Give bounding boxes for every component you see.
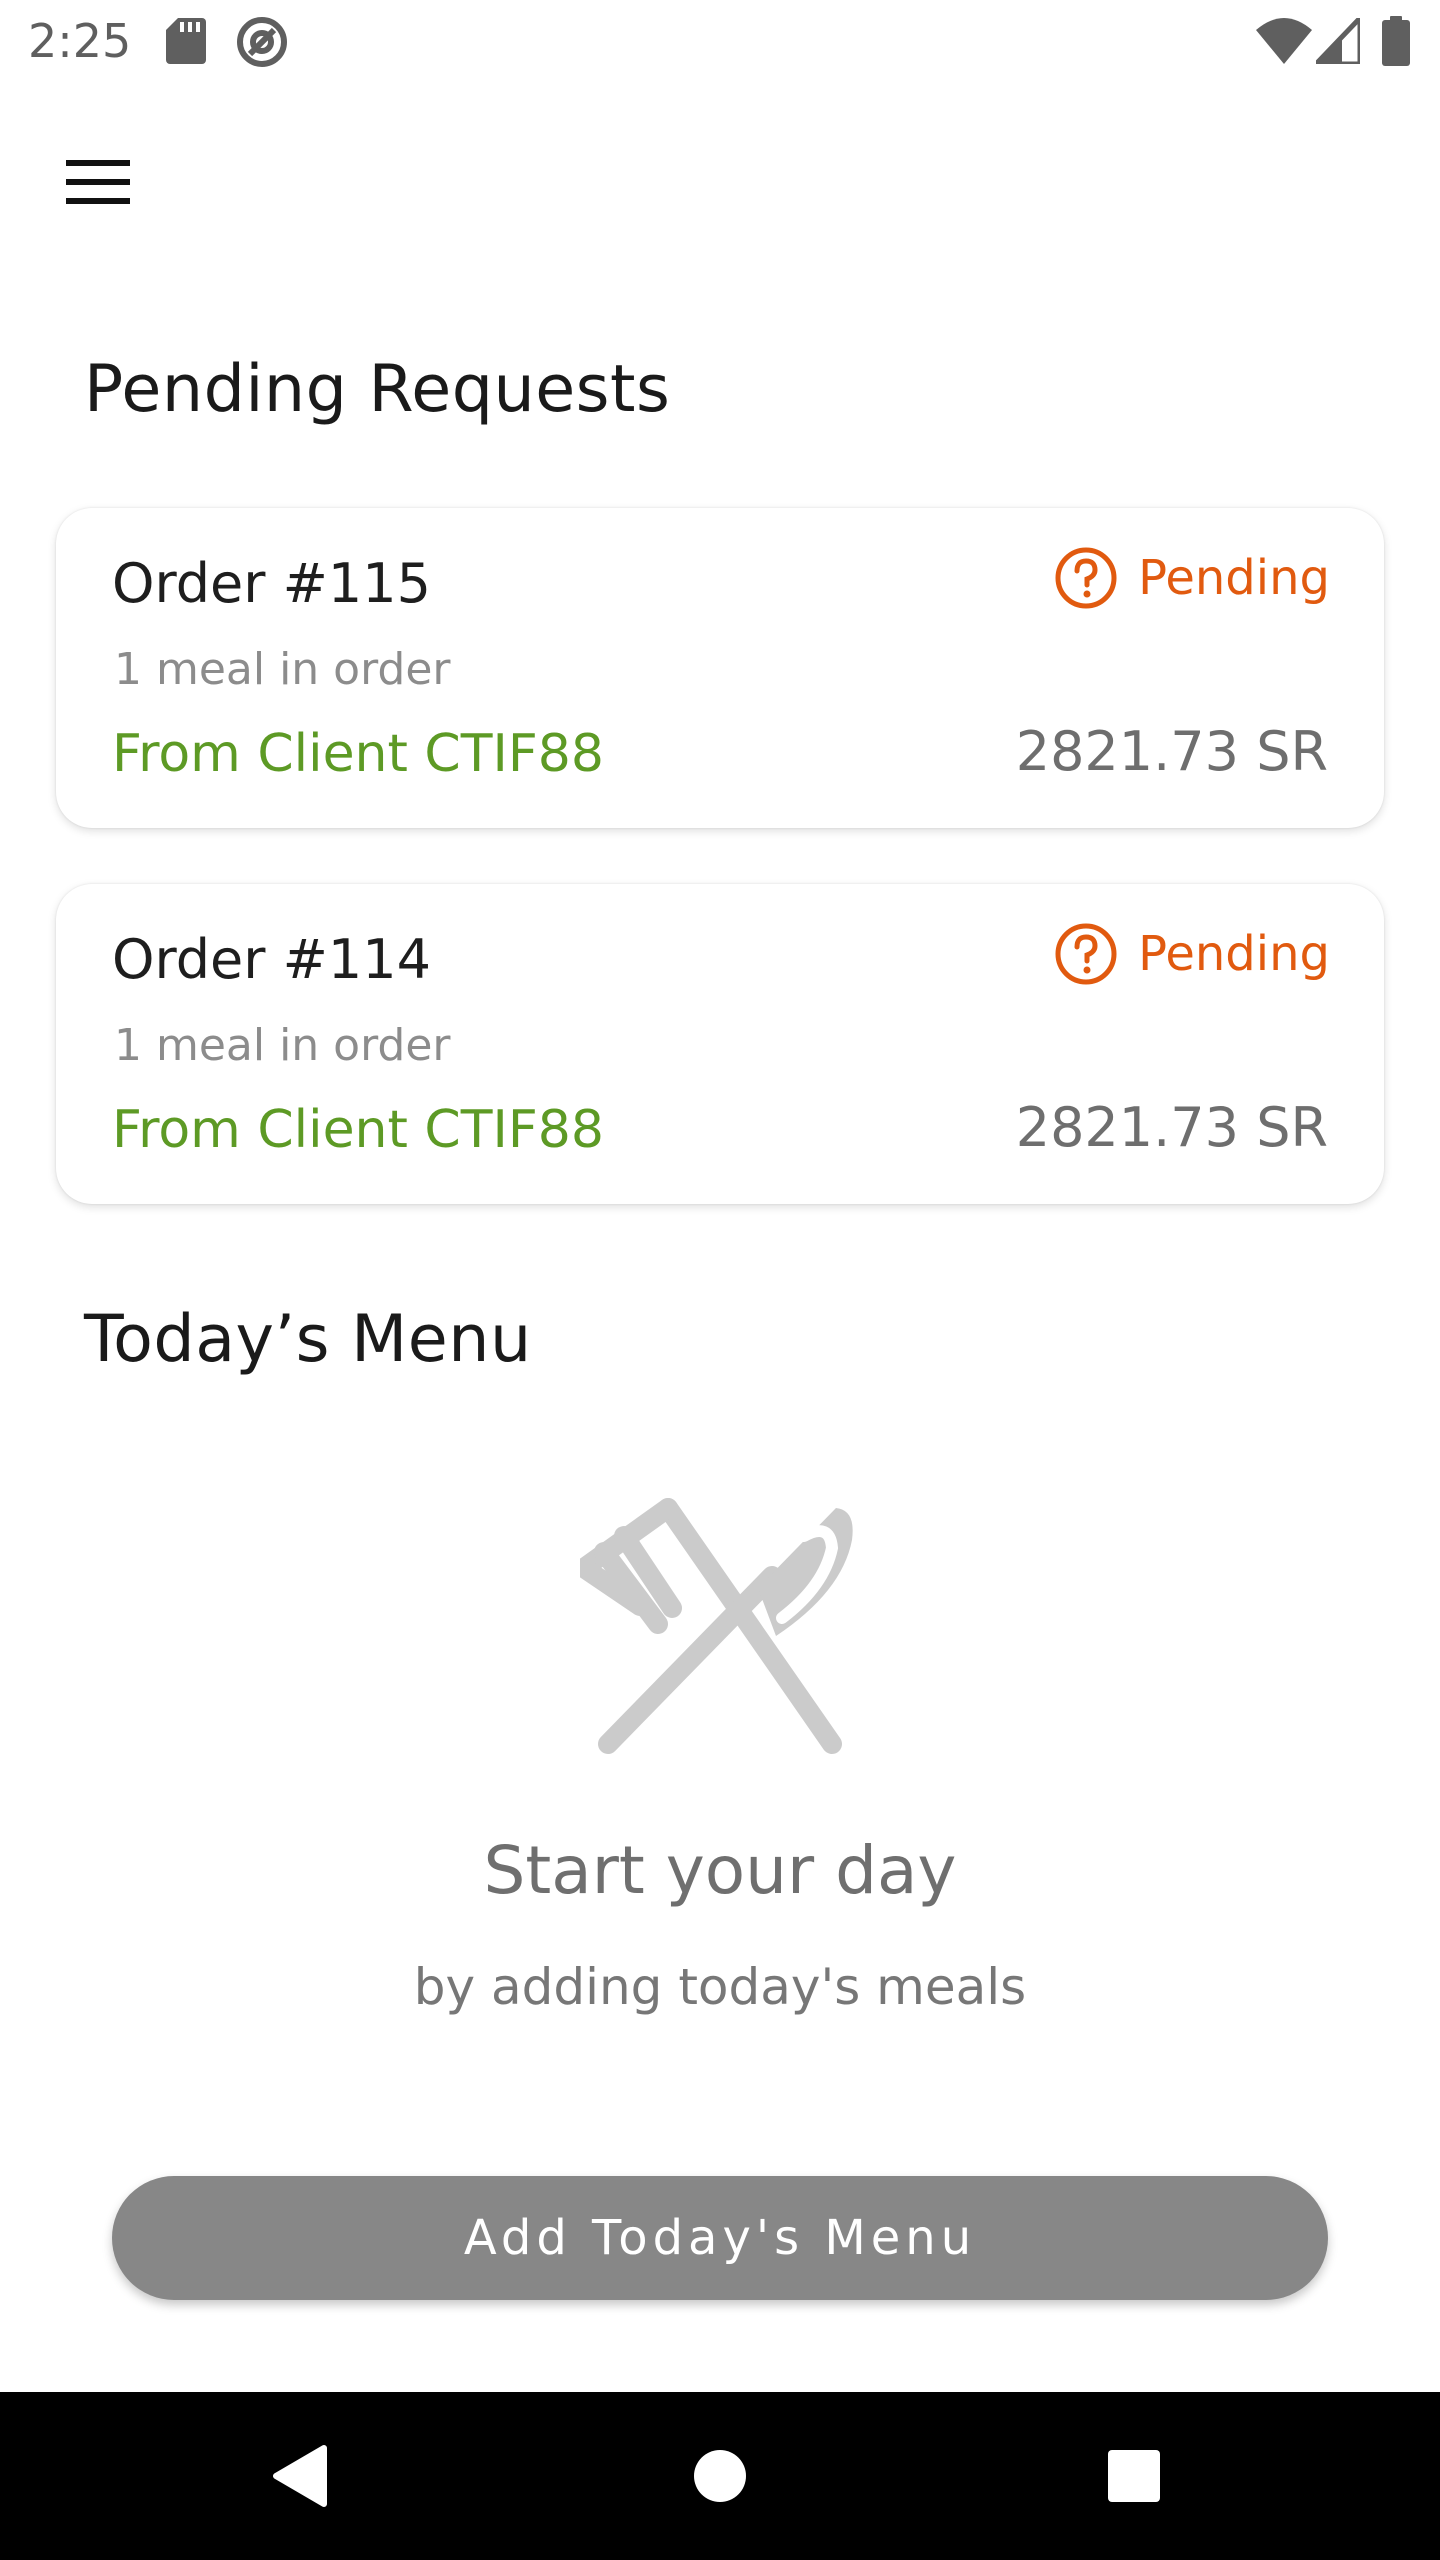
empty-state-subtitle: by adding today's meals: [413, 1958, 1027, 2016]
wifi-icon: [1256, 18, 1312, 64]
home-icon: [694, 2450, 746, 2502]
order-number: Order #114: [112, 928, 431, 991]
sd-card-icon: [166, 18, 206, 64]
menu-button[interactable]: [50, 140, 146, 224]
client-name: From Client CTIF88: [112, 724, 604, 784]
order-card[interactable]: Order #114 Pending 1 meal in order From …: [56, 884, 1384, 1204]
screen: 2:25 Pending Requests Order #115 Pending…: [0, 0, 1440, 2560]
battery-icon: [1382, 16, 1410, 66]
status-bar: 2:25: [0, 0, 1440, 84]
order-price: 2821.73 SR: [1015, 720, 1328, 783]
status-badge: Pending: [1054, 542, 1330, 614]
cell-signal-icon: [1316, 18, 1360, 64]
status-time: 2:25: [28, 14, 132, 68]
fork-knife-icon: [580, 1498, 853, 1754]
status-label: Pending: [1138, 550, 1330, 606]
status-label: Pending: [1138, 926, 1330, 982]
status-badge: Pending: [1054, 918, 1330, 990]
client-name: From Client CTIF88: [112, 1100, 604, 1160]
order-card[interactable]: Order #115 Pending 1 meal in order From …: [56, 508, 1384, 828]
question-circle-icon: [1055, 923, 1117, 985]
question-circle-icon: [1055, 547, 1117, 609]
hamburger-menu-icon: [66, 160, 130, 204]
recents-icon: [1108, 2450, 1160, 2502]
pending-requests-title: Pending Requests: [84, 352, 671, 427]
nav-back-button[interactable]: [200, 2392, 400, 2560]
add-todays-menu-button[interactable]: Add Today's Menu: [112, 2176, 1328, 2300]
navigation-bar: [0, 2392, 1440, 2560]
meal-count: 1 meal in order: [114, 1020, 451, 1071]
at-sign-icon: [237, 17, 287, 67]
nav-recents-button[interactable]: [1034, 2392, 1234, 2560]
order-number: Order #115: [112, 552, 431, 615]
nav-home-button[interactable]: [620, 2392, 820, 2560]
back-icon: [273, 2445, 327, 2507]
empty-state-title: Start your day: [483, 1832, 957, 1909]
todays-menu-title: Today’s Menu: [84, 1302, 532, 1377]
order-price: 2821.73 SR: [1015, 1096, 1328, 1159]
meal-count: 1 meal in order: [114, 644, 451, 695]
